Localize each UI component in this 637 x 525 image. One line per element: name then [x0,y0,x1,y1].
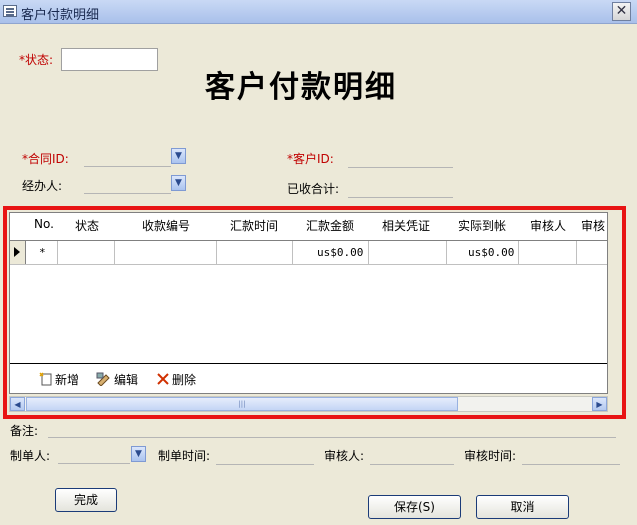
review-time-label: 审核时间: [464,449,517,463]
datasheet: No. 状态 收款编号 汇款时间 汇款金额 相关凭证 实际到帐 审核人 审核 *… [9,212,608,394]
close-icon: ✕ [615,3,628,19]
column-divider [292,241,293,265]
delete-label: 删除 [172,373,197,387]
reviewer-field[interactable] [370,464,454,465]
status-input[interactable] [61,48,158,71]
column-header-remit-amount[interactable]: 汇款金额 [306,217,354,234]
page-title: 客户付款明细 [205,70,397,105]
chevron-down-icon: ▼ [135,449,142,459]
received-total-field [348,197,453,198]
contract-id-input[interactable] [84,166,171,167]
contract-id-dropdown-button[interactable]: ▼ [171,148,186,164]
create-time-label: 制单时间: [158,449,211,463]
record-selector[interactable] [10,241,26,264]
close-button[interactable]: ✕ [612,2,631,21]
handler-label: 经办人: [22,179,63,193]
column-header-status[interactable]: 状态 [75,217,99,234]
column-divider [57,241,58,265]
save-button[interactable]: 保存(S) [368,495,461,519]
handler-input[interactable] [84,193,171,194]
add-button[interactable]: 新增 [39,371,79,388]
customer-id-field[interactable] [348,167,453,168]
column-header-reviewer[interactable]: 审核人 [530,217,566,234]
cancel-button[interactable]: 取消 [476,495,569,519]
column-divider [368,241,369,265]
column-header-no[interactable]: No. [34,217,54,231]
column-header-actual-received[interactable]: 实际到帐 [458,217,506,234]
form-icon [3,5,17,17]
scroll-right-button[interactable]: ▶ [592,397,607,411]
current-record-arrow-icon [14,247,20,257]
column-divider [576,241,577,265]
new-document-icon [39,372,52,386]
cell-remit-amount[interactable]: us$0.00 [317,246,363,259]
column-header-review[interactable]: 审核 [581,217,605,234]
handler-dropdown-button[interactable]: ▼ [171,175,186,191]
chevron-down-icon: ▼ [175,151,182,161]
edit-label: 编辑 [114,373,139,387]
new-record-marker: * [39,246,46,259]
delete-button[interactable]: 删除 [156,371,196,388]
done-button[interactable]: 完成 [55,488,117,512]
creator-input[interactable] [58,463,130,464]
column-divider [518,241,519,265]
edit-icon [96,372,110,386]
scrollbar-thumb[interactable]: ||| [26,397,458,411]
column-header-voucher[interactable]: 相关凭证 [382,217,430,234]
cell-actual-received[interactable]: us$0.00 [468,246,514,259]
customer-id-label: *客户ID: [287,152,334,166]
reviewer-label: 审核人: [324,449,365,463]
column-header-remit-time[interactable]: 汇款时间 [230,217,278,234]
creator-dropdown-button[interactable]: ▼ [131,446,146,462]
column-header-receipt-no[interactable]: 收款编号 [142,217,190,234]
column-divider [446,241,447,265]
horizontal-scrollbar[interactable]: ◀ ||| ▶ [9,396,608,412]
remark-label: 备注: [10,424,39,438]
creator-label: 制单人: [10,449,51,463]
remark-input[interactable] [48,437,616,438]
scroll-left-button[interactable]: ◀ [10,397,25,411]
chevron-left-icon: ◀ [14,400,21,409]
chevron-right-icon: ▶ [596,400,603,409]
toolbar-divider [10,363,607,364]
add-label: 新增 [55,373,80,387]
column-divider [114,241,115,265]
title-bar: 客户付款明细 ✕ [0,0,637,24]
column-divider [216,241,217,265]
status-label: *状态: [19,53,54,67]
create-time-field[interactable] [216,464,314,465]
delete-icon [157,373,169,385]
edit-button[interactable]: 编辑 [96,371,138,388]
chevron-down-icon: ▼ [175,178,182,188]
contract-id-label: *合同ID: [22,152,69,166]
grip-icon: ||| [238,400,246,408]
received-total-label: 已收合计: [287,182,340,196]
review-time-field[interactable] [522,464,620,465]
window-title: 客户付款明细 [21,8,100,23]
payment-detail-grid: No. 状态 收款编号 汇款时间 汇款金额 相关凭证 实际到帐 审核人 审核 *… [3,206,626,419]
